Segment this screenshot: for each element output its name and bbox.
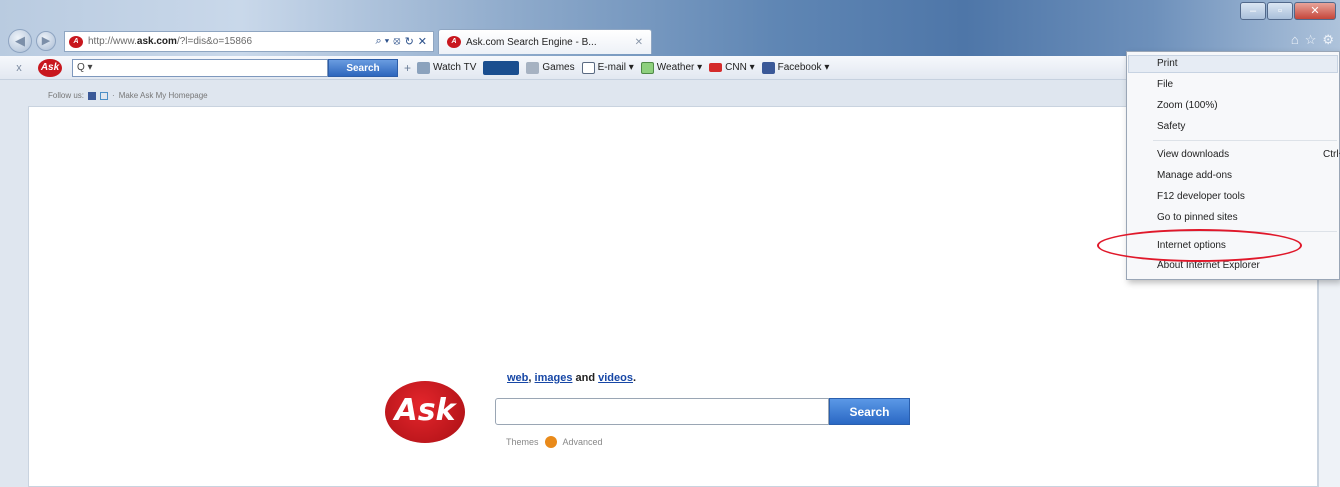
- window-controls: – ▫ ✕: [1240, 2, 1336, 20]
- address-url[interactable]: http://www.ask.com/?l=dis&o=15866: [88, 36, 288, 47]
- tab-close-icon[interactable]: ✕: [635, 37, 643, 48]
- compatibility-view-icon[interactable]: ⦻: [393, 35, 400, 48]
- cnn-icon: [709, 63, 723, 72]
- menu-shortcut-downloads: Ctrl+J: [1323, 149, 1340, 160]
- home-icon[interactable]: ⌂: [1291, 32, 1299, 48]
- weather-icon: [640, 61, 654, 74]
- tab-ask-search[interactable]: A Ask.com Search Engine - B... ✕: [438, 29, 652, 54]
- menu-item-f12-tools[interactable]: F12 developer tools: [1157, 191, 1245, 202]
- games-icon: [526, 61, 540, 74]
- tools-gear-icon[interactable]: ⚙: [1322, 32, 1334, 48]
- toolbar-close-button[interactable]: x: [10, 62, 28, 74]
- minimize-button[interactable]: –: [1240, 2, 1266, 20]
- facebook-icon: [761, 61, 775, 74]
- search-type-links: web, images and videos.: [507, 372, 637, 384]
- follow-row: Follow us: · Make Ask My Homepage: [48, 91, 208, 100]
- make-homepage-link[interactable]: Make Ask My Homepage: [119, 91, 208, 100]
- maximize-button[interactable]: ▫: [1267, 2, 1293, 20]
- mail-icon: [581, 61, 595, 74]
- menu-separator: [1153, 140, 1337, 141]
- toolbar-radio[interactable]: [483, 60, 520, 75]
- search-options: Themes Advanced: [506, 436, 603, 448]
- refresh-icon[interactable]: ↻: [405, 35, 414, 48]
- toolbar-add-button[interactable]: +: [404, 61, 411, 75]
- themes-link[interactable]: Themes: [506, 437, 539, 447]
- menu-item-print[interactable]: Print: [1157, 58, 1178, 69]
- advanced-link[interactable]: Advanced: [563, 437, 603, 447]
- menu-item-zoom[interactable]: Zoom (100%): [1157, 100, 1218, 111]
- stop-icon[interactable]: ✕: [418, 35, 427, 48]
- toolbar-ask-logo[interactable]: Ask: [38, 58, 62, 77]
- ask-logo[interactable]: Ask: [385, 381, 465, 443]
- toolbar-search-input[interactable]: Q ▾: [72, 58, 328, 77]
- address-bar[interactable]: A http://www.ask.com/?l=dis&o=15866 ⌕ ▾ …: [64, 31, 434, 52]
- separator: ·: [112, 91, 115, 100]
- toolbar-watch-tv[interactable]: Watch TV: [417, 61, 476, 74]
- menu-item-file[interactable]: File: [1157, 79, 1173, 90]
- tab-title: Ask.com Search Engine - B...: [466, 36, 597, 48]
- videos-link[interactable]: videos: [598, 372, 633, 384]
- twitter-follow-icon[interactable]: [100, 91, 109, 100]
- forward-button[interactable]: ▶: [36, 31, 56, 51]
- images-link[interactable]: images: [535, 372, 573, 384]
- toolbar-cnn[interactable]: CNN ▾: [709, 62, 755, 73]
- menu-item-safety[interactable]: Safety: [1157, 121, 1185, 132]
- back-button[interactable]: ◀: [8, 29, 32, 53]
- and-text: and: [572, 372, 599, 384]
- toolbar-facebook[interactable]: Facebook ▾: [761, 61, 829, 74]
- menu-item-manage-addons[interactable]: Manage add-ons: [1157, 170, 1232, 181]
- browser-right-icons: ⌂ ☆ ⚙: [1291, 32, 1334, 48]
- menu-item-pinned-sites[interactable]: Go to pinned sites: [1157, 212, 1238, 223]
- facebook-follow-icon[interactable]: [88, 91, 97, 100]
- radio-icon: [483, 60, 520, 75]
- toolbar-search-button[interactable]: Search: [328, 58, 398, 77]
- toolbar-weather[interactable]: Weather ▾: [640, 61, 702, 74]
- search-dropdown-icon[interactable]: ⌕ ▾: [375, 35, 389, 48]
- internet-options-annotation-ring: [1097, 229, 1302, 262]
- tab-favicon-icon: A: [447, 36, 461, 48]
- address-tools: ⌕ ▾ ⦻ ↻ ✕: [375, 35, 433, 48]
- close-window-button[interactable]: ✕: [1294, 2, 1336, 20]
- toolbar-email[interactable]: E-mail ▾: [581, 61, 634, 74]
- toolbar-games[interactable]: Games: [526, 61, 575, 74]
- follow-label: Follow us:: [48, 91, 85, 100]
- site-favicon-icon: A: [69, 35, 83, 48]
- themes-icon[interactable]: [544, 436, 557, 448]
- page-content: [28, 106, 1318, 487]
- web-link[interactable]: web: [507, 372, 528, 384]
- main-search-button[interactable]: Search: [829, 398, 910, 425]
- favorites-star-icon[interactable]: ☆: [1305, 32, 1317, 48]
- main-search-input[interactable]: [495, 398, 829, 425]
- menu-item-view-downloads[interactable]: View downloads: [1157, 149, 1229, 160]
- tv-icon: [417, 61, 431, 74]
